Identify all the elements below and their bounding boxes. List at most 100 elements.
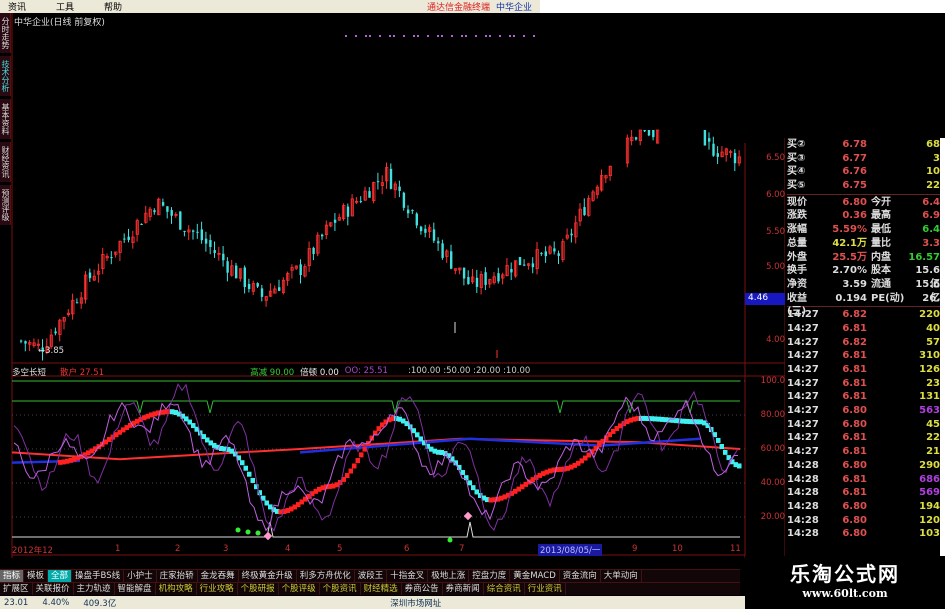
indicator-tab[interactable]: 控盘力度 — [469, 570, 511, 582]
marker-dot — [393, 35, 395, 37]
price-cursor-label: 4.46 — [745, 293, 785, 305]
indicator-tab[interactable]: 小护士 — [124, 570, 157, 582]
side-tab-technical[interactable]: 技术分析 — [0, 56, 11, 96]
tick-row: 14:27 6.80 563 — [787, 404, 940, 418]
tick-time: 14:27 — [787, 336, 819, 348]
oscillator-dot — [243, 465, 248, 471]
brand-label: 通达信金融终端 — [426, 3, 490, 13]
tick-row: 14:28 6.80 120 — [787, 514, 940, 528]
indicator-tab[interactable]: 全部 — [48, 570, 73, 582]
side-tab-timeshare[interactable]: 分时走势 — [0, 13, 11, 53]
ind-c-value: 0.00 — [319, 368, 339, 378]
marker-dot — [499, 35, 501, 37]
tick-price: 6.81 — [842, 446, 867, 458]
tick-time: 14:28 — [787, 473, 819, 485]
info-tab[interactable]: 券商公告 — [402, 583, 443, 595]
candle-body — [531, 263, 535, 268]
info-tab[interactable]: 行业攻略 — [197, 583, 238, 595]
candle-body — [368, 191, 371, 198]
indicator-tab[interactable]: 波段王 — [355, 570, 388, 582]
marker-dot — [465, 35, 467, 37]
indicator-tabs: 指标 模板 全部 操盘手BS线 小护士 庄家抬轿 金龙吞舞 终极黄金升级 利多方舟优化 波段王 十指… — [0, 569, 740, 582]
tick-price: 6.81 — [842, 487, 867, 499]
marker-dot — [355, 35, 357, 37]
candle-body — [235, 265, 238, 279]
info-tab[interactable]: 机构攻略 — [156, 583, 197, 595]
indicator-tab[interactable]: 指标 — [0, 570, 25, 582]
tick-time: 14:27 — [787, 405, 819, 417]
candle-body — [467, 277, 470, 285]
ind-axis-label: 20.00 — [760, 512, 785, 522]
chart-canvas[interactable] — [0, 13, 785, 558]
oscillator-dot — [359, 452, 364, 458]
candle-body — [518, 257, 522, 266]
info-tab[interactable]: 综合资讯 — [484, 583, 525, 595]
oscillator-dot — [352, 463, 357, 469]
indicator-tab[interactable]: 模板 — [24, 570, 49, 582]
signal-line — [12, 521, 740, 538]
oscillator-dot — [471, 485, 476, 491]
side-tab-fundamentals[interactable]: 基本资料 — [0, 99, 11, 139]
side-tab-rating[interactable]: 预测评级 — [0, 185, 11, 225]
candle-body — [652, 130, 655, 138]
indicator-tab[interactable]: 金龙吞舞 — [198, 570, 239, 582]
tick-row: 14:28 6.81 686 — [787, 473, 940, 487]
buy-signal-dot — [245, 529, 251, 535]
buy-signal-dot — [447, 537, 453, 543]
tick-volume: 21 — [926, 446, 940, 458]
tick-time: 14:27 — [787, 377, 819, 389]
time-label: 6 — [404, 544, 410, 554]
indicator-tab[interactable]: 大单动向 — [601, 570, 642, 582]
candle-body — [226, 261, 229, 273]
divider — [787, 306, 940, 308]
candle-body — [110, 257, 113, 259]
candle-body — [415, 213, 418, 226]
tick-price: 6.80 — [842, 459, 867, 471]
info-tab[interactable]: 个股资讯 — [320, 583, 361, 595]
candle-body — [484, 272, 487, 285]
stat-value: 6.9 — [922, 210, 940, 222]
indicator-tab[interactable]: 终极黄金升级 — [239, 570, 297, 582]
stat-value: 16.57 — [908, 251, 940, 263]
indicator-name[interactable]: 多空长短 — [12, 366, 46, 378]
info-tab[interactable]: 券商新闻 — [443, 583, 484, 595]
stat-value: 5.59% — [832, 224, 867, 236]
tick-row: 14:27 6.81 310 — [787, 349, 940, 363]
indicator-tab[interactable]: 操盘手BS线 — [72, 570, 125, 582]
menu-tools[interactable]: 工具 — [56, 0, 74, 13]
tick-volume: 45 — [926, 418, 940, 430]
info-tab[interactable]: 智能解盘 — [115, 583, 156, 595]
buy-signal-dot — [235, 527, 241, 533]
info-tab[interactable]: 主力轨迹 — [74, 583, 115, 595]
info-tab[interactable]: 个股评级 — [279, 583, 320, 595]
candle-body — [299, 264, 302, 276]
cross-marker — [463, 511, 473, 521]
menu-help[interactable]: 帮助 — [104, 0, 122, 13]
candle-body — [733, 152, 737, 164]
tick-volume: 686 — [919, 473, 940, 485]
status-link[interactable]: 深圳市场网址 — [390, 597, 441, 609]
window-blank — [540, 0, 945, 13]
indicator-tab[interactable]: 黄金MACD — [510, 570, 560, 582]
ind-b-value: 90.00 — [269, 368, 295, 378]
candle-body — [475, 277, 479, 287]
candle-body — [200, 229, 203, 241]
info-tab[interactable]: 关联报价 — [33, 583, 74, 595]
stat-value: 2.70% — [832, 265, 867, 277]
oscillator-dot — [467, 480, 472, 486]
info-tab[interactable]: 扩展区 — [0, 583, 33, 595]
side-tab-news[interactable]: 财经资讯 — [0, 142, 11, 182]
ind-axis-label: 100.0 — [760, 376, 785, 386]
indicator-tab[interactable]: 十指金叉 — [387, 570, 429, 582]
menu-info[interactable]: 资讯 — [8, 0, 26, 13]
indicator-tab[interactable]: 资金流向 — [560, 570, 601, 582]
indicator-tab[interactable]: 庄家抬轿 — [157, 570, 198, 582]
info-tab[interactable]: 财经精选 — [361, 583, 402, 595]
candle-body — [462, 267, 466, 279]
ind-c-label: 倍顿 — [300, 368, 318, 378]
indicator-tab[interactable]: 极地上涨 — [428, 570, 470, 582]
info-tab[interactable]: 个股研报 — [238, 583, 279, 595]
time-label: 10 — [672, 544, 683, 554]
indicator-tab[interactable]: 利多方舟优化 — [297, 570, 355, 582]
info-tab[interactable]: 行业资讯 — [525, 583, 566, 595]
